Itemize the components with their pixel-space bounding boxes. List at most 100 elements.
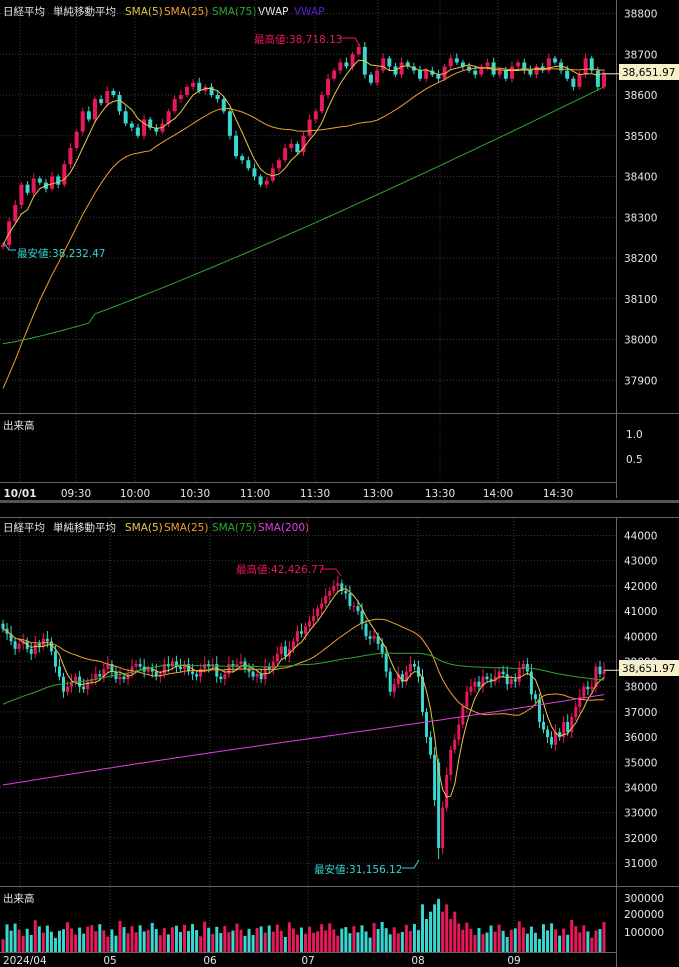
chart1-candle-body [68, 147, 73, 165]
chart2-ytick-label: 42000 [624, 581, 657, 593]
chart2-volume-bar [465, 922, 469, 952]
chart2-candle-body [33, 643, 37, 654]
chart2-volume-bar [271, 931, 275, 952]
chart2-candle-body [74, 676, 78, 682]
chart2-candle-body [170, 661, 174, 667]
chart1-legend-sma5: SMA(5) [125, 6, 163, 18]
chart2-candle-body [146, 669, 150, 672]
chart2-volume-bar [158, 935, 162, 952]
chart2-ytick-label: 38000 [624, 682, 657, 694]
chart2-volume-bar [17, 929, 21, 952]
chart2-volume-bar [1, 939, 5, 952]
chart2-candle-body [82, 686, 86, 690]
chart1-xtick-label: 14:00 [483, 488, 513, 500]
chart2-volume-bar [231, 930, 235, 952]
chart1-candle-body [1, 244, 5, 247]
chart2-volume-bar [541, 924, 545, 952]
chart2-volume-bar [90, 925, 94, 952]
chart1-xtick-label: 14:30 [543, 488, 573, 500]
chart2-candle-body [497, 671, 501, 677]
chart2-volume-bar [78, 927, 82, 952]
chart2-volume-bar [453, 911, 457, 952]
chart2-volume-bar [473, 934, 477, 952]
chart2-candle-body [53, 651, 57, 667]
chart2-volume-bar [477, 927, 481, 952]
chart2-candle-body [94, 674, 98, 680]
chart1-candle-body [252, 168, 257, 177]
chart1-candle-body [454, 58, 459, 63]
chart2-volume-bar [183, 924, 187, 952]
chart1-candle-body [332, 70, 337, 79]
chart2-candle-body [425, 711, 429, 738]
chart2-volume-ytick: 200000 [624, 909, 664, 921]
chart2-volume-bar [170, 927, 174, 952]
chart2-candle-body [368, 636, 372, 639]
chart2-candle-body [332, 585, 336, 591]
chart2-volume-bar [207, 927, 211, 952]
chart2-candle-body [465, 691, 469, 707]
chart1-legend-sma-group: 単純移動平均 [53, 5, 116, 18]
chart2-volume-bar [437, 898, 441, 952]
chart2-volume-bar [356, 932, 360, 952]
chart1-candle-body [62, 164, 67, 185]
chart1-candle-body [240, 156, 245, 161]
chart2-candle-body [191, 671, 195, 675]
chart2-xtick-label: 06 [203, 955, 217, 967]
chart2-volume-bar [263, 932, 267, 952]
chart1-candle-body [319, 95, 324, 112]
chart2-ytick-label: 43000 [624, 556, 657, 568]
chart2-volume-bar [364, 931, 368, 952]
chart2-volume-bar [37, 926, 41, 952]
chart2-candle-body [598, 666, 602, 675]
chart1-xtick-label: 13:30 [425, 488, 455, 500]
chart2-volume-bar [166, 934, 170, 952]
chart2-volume-bar [86, 926, 90, 952]
chart2-volume-bar [29, 934, 33, 952]
chart2-volume-bar [602, 922, 606, 952]
chart1-candles [1, 42, 606, 250]
chart2-candle-body [586, 686, 590, 690]
chart2-volume-bar [223, 925, 227, 952]
chart2-candle-body [316, 608, 320, 617]
chart1-candle-body [313, 111, 318, 120]
chart2-volume-bar [74, 934, 78, 952]
chart2-candle-body [223, 674, 227, 680]
chart1-candle-body [19, 184, 24, 206]
chart2-candle-body [45, 638, 49, 642]
chart2-candle-body [477, 681, 481, 687]
chart1-candle-body [510, 66, 515, 79]
chart2-candle-body [513, 679, 517, 682]
chart2-volume-bar [340, 928, 344, 952]
chart1-candle-body [473, 70, 478, 75]
chart2-volume-bar [235, 923, 239, 952]
chart1-ytick-label: 38500 [624, 131, 657, 143]
chart2-volume-bar [332, 929, 336, 952]
chart1-candle-body [338, 62, 343, 71]
chart2-candle-body [219, 676, 223, 680]
chart2-candle-body [433, 754, 437, 801]
chart2-ytick-label: 35000 [624, 757, 657, 769]
chart1-candle-body [92, 99, 97, 120]
chart2-volume-bar [191, 923, 195, 952]
chart1-candle-body [74, 131, 79, 148]
chart1-candle-body [448, 58, 453, 67]
chart2-ytick-label: 34000 [624, 783, 657, 795]
chart2-candle-body [388, 671, 392, 692]
chart2-volume-bar [570, 920, 574, 952]
chart2-volume-bar [352, 926, 356, 952]
chart1-candle-body [117, 95, 122, 112]
chart1-candle-body [368, 74, 373, 83]
chart1-candle-body [221, 99, 226, 112]
chart2-volume-bar [291, 928, 295, 952]
chart2-candle-body [469, 686, 473, 692]
chart2-legend-sma-group: 単純移動平均 [53, 521, 116, 534]
chart2-volume-bar [461, 929, 465, 952]
chart2-volume-bar [295, 934, 299, 952]
chart2-candle-body [352, 606, 356, 608]
chart1-last-price-tag: 38,651.97 [619, 64, 679, 80]
chart2-ytick-label: 33000 [624, 808, 657, 820]
chart2-candle-body [364, 623, 368, 637]
chart2-volume-bar [590, 937, 594, 952]
chart1-candle-body [105, 90, 110, 104]
chart1-legend-sma25: SMA(25) [164, 6, 208, 18]
